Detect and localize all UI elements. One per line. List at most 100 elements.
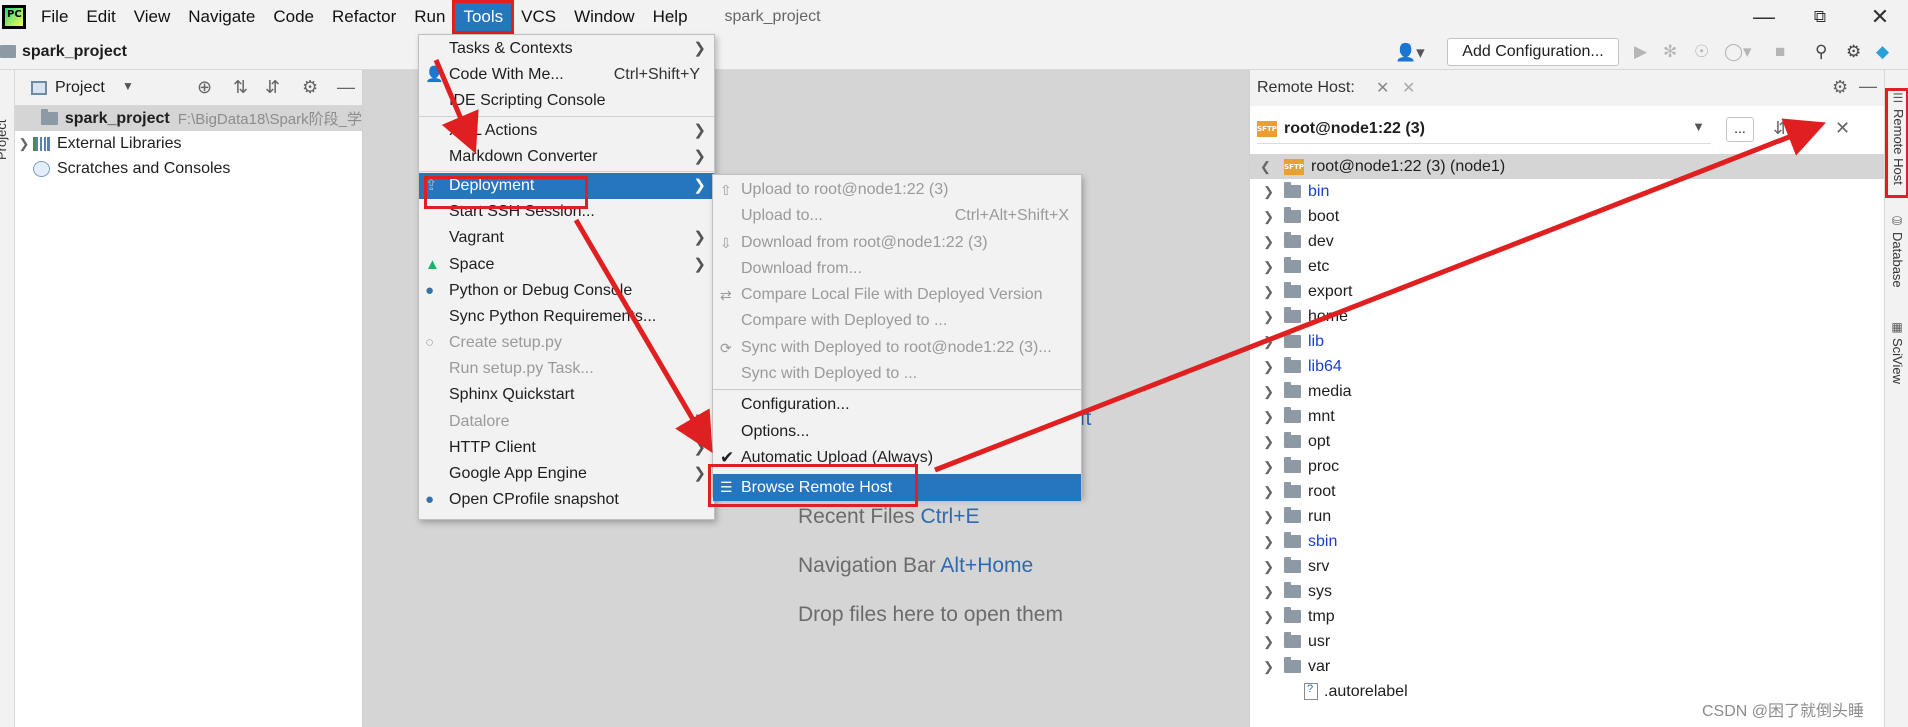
chevron-right-icon[interactable]: ❯: [1250, 459, 1284, 475]
profile-icon[interactable]: ◯▾: [1724, 42, 1752, 62]
chevron-right-icon[interactable]: ❯: [1250, 609, 1284, 625]
menu-vcs[interactable]: VCS: [512, 2, 565, 32]
tree-row-folder[interactable]: ❯ bin: [1250, 179, 1885, 204]
tree-row-folder[interactable]: ❯ etc: [1250, 254, 1885, 279]
chevron-right-icon[interactable]: ❯: [1250, 284, 1284, 300]
user-dropdown-icon[interactable]: 👤▾: [1395, 43, 1425, 63]
chevron-right-icon[interactable]: ❯: [1250, 409, 1284, 425]
tree-row-remote-root[interactable]: ❮ SFTP root@node1:22 (3) (node1): [1250, 154, 1885, 179]
tree-row-folder[interactable]: ❯ tmp: [1250, 604, 1885, 629]
restore-icon[interactable]: ⧉: [1792, 0, 1848, 34]
tree-row-folder[interactable]: ❯ root: [1250, 479, 1885, 504]
close-icon[interactable]: ✕: [1835, 118, 1850, 139]
menu-edit[interactable]: Edit: [77, 2, 124, 32]
tree-row-folder[interactable]: ❯ home: [1250, 304, 1885, 329]
tree-row-folder[interactable]: ❯ opt: [1250, 429, 1885, 454]
menu-help[interactable]: Help: [644, 2, 697, 32]
project-view-selector[interactable]: Project: [55, 79, 105, 97]
tree-row-folder[interactable]: ❯ var: [1250, 654, 1885, 679]
sciview-tool-tab[interactable]: ▦SciView: [1890, 320, 1905, 384]
menu-refactor[interactable]: Refactor: [323, 2, 405, 32]
chevron-right-icon[interactable]: ❯: [1250, 209, 1284, 225]
chevron-right-icon[interactable]: ❯: [1250, 309, 1284, 325]
close-tab-icon[interactable]: ✕: [1376, 78, 1389, 98]
chevron-right-icon[interactable]: ❯: [1250, 384, 1284, 400]
remote-host-tool-tab[interactable]: ☰Remote Host: [1885, 88, 1908, 198]
browse-remote-host-item[interactable]: ☰ Browse Remote Host: [713, 474, 1081, 502]
menu-item-markdown-converter[interactable]: Markdown Converter ❯: [419, 144, 714, 170]
menu-item-sync-python-requirements[interactable]: Sync Python Requirements...: [419, 304, 714, 330]
tree-row-project-root[interactable]: spark_project F:\BigData18\Spark阶段_学: [15, 106, 362, 131]
chevron-right-icon[interactable]: ❯: [1250, 509, 1284, 525]
chevron-right-icon[interactable]: ❯: [15, 136, 33, 152]
tree-row-external-libraries[interactable]: ❯ External Libraries: [15, 131, 362, 156]
chevron-right-icon[interactable]: ❯: [1250, 359, 1284, 375]
submenu-item-automatic-upload-always[interactable]: ✔ Automatic Upload (Always): [713, 445, 1081, 471]
hide-panel-icon[interactable]: —: [337, 77, 355, 98]
minimize-icon[interactable]: —: [1736, 0, 1792, 34]
menu-window[interactable]: Window: [565, 2, 643, 32]
tree-row-folder[interactable]: ❯ lib: [1250, 329, 1885, 354]
menu-item-http-client[interactable]: HTTP Client ❯: [419, 435, 714, 461]
menu-item-xml-actions[interactable]: XML Actions ❯: [419, 118, 714, 144]
refresh-icon[interactable]: ⟳: [1804, 118, 1819, 139]
chevron-right-icon[interactable]: ❯: [1250, 234, 1284, 250]
tree-row-folder[interactable]: ❯ media: [1250, 379, 1885, 404]
tree-row-folder[interactable]: ❯ proc: [1250, 454, 1885, 479]
chevron-right-icon[interactable]: ❯: [1250, 259, 1284, 275]
close-tab-icon[interactable]: ✕: [1402, 78, 1415, 98]
chevron-right-icon[interactable]: ❯: [1250, 559, 1284, 575]
expand-all-icon[interactable]: ⇅: [233, 77, 248, 98]
menu-item-start-ssh-session[interactable]: Start SSH Session...: [419, 199, 714, 225]
chevron-right-icon[interactable]: ❯: [1250, 584, 1284, 600]
stop-icon[interactable]: ■: [1775, 42, 1785, 62]
menu-view[interactable]: View: [125, 2, 180, 32]
breadcrumb-project[interactable]: spark_project: [22, 43, 127, 61]
menu-item-python-or-debug-console[interactable]: ● Python or Debug Console: [419, 278, 714, 304]
menu-tools[interactable]: Tools: [452, 0, 515, 34]
tree-row-folder[interactable]: ❯ lib64: [1250, 354, 1885, 379]
chevron-right-icon[interactable]: ❯: [1250, 534, 1284, 550]
tree-row-folder[interactable]: ❯ export: [1250, 279, 1885, 304]
project-tool-tab[interactable]: Project: [0, 120, 9, 160]
menu-item-tasks-contexts[interactable]: Tasks & Contexts ❯: [419, 36, 714, 62]
chevron-down-icon[interactable]: ❮: [1260, 159, 1284, 175]
menu-item-ide-scripting-console[interactable]: IDE Scripting Console: [419, 88, 714, 114]
settings-gear-icon[interactable]: ⚙: [1846, 42, 1861, 62]
chevron-down-icon[interactable]: ▼: [1692, 119, 1705, 134]
add-configuration-button[interactable]: Add Configuration...: [1447, 38, 1619, 66]
toolbox-icon[interactable]: ◆: [1876, 42, 1889, 62]
menu-code[interactable]: Code: [264, 2, 323, 32]
tree-row-folder[interactable]: ❯ sys: [1250, 579, 1885, 604]
server-select[interactable]: SFTP root@node1:22 (3) ▼: [1257, 114, 1711, 144]
menu-item-sphinx-quickstart[interactable]: Sphinx Quickstart: [419, 382, 714, 408]
tree-row-folder[interactable]: ❯ run: [1250, 504, 1885, 529]
chevron-right-icon[interactable]: ❯: [1250, 659, 1284, 675]
tree-row-folder[interactable]: ❯ srv: [1250, 554, 1885, 579]
gear-icon[interactable]: ⚙: [1832, 77, 1848, 98]
chevron-right-icon[interactable]: ❯: [1250, 434, 1284, 450]
collapse-all-icon[interactable]: ⇵: [1773, 118, 1788, 139]
menu-item-vagrant[interactable]: Vagrant ❯: [419, 225, 714, 251]
locate-icon[interactable]: ⊕: [197, 77, 212, 98]
chevron-right-icon[interactable]: ❯: [1250, 184, 1284, 200]
tree-row-folder[interactable]: ❯ boot: [1250, 204, 1885, 229]
tree-row-folder[interactable]: ❯ mnt: [1250, 404, 1885, 429]
tree-row-scratches[interactable]: Scratches and Consoles: [15, 156, 362, 181]
submenu-item-configuration[interactable]: Configuration...: [713, 392, 1081, 418]
debug-icon[interactable]: ✻: [1663, 42, 1677, 62]
close-window-icon[interactable]: ✕: [1852, 0, 1908, 34]
chevron-right-icon[interactable]: ❯: [1250, 634, 1284, 650]
tree-row-folder[interactable]: ❯ sbin: [1250, 529, 1885, 554]
menu-item-google-app-engine[interactable]: Google App Engine ❯: [419, 461, 714, 487]
hide-panel-icon[interactable]: —: [1859, 76, 1877, 97]
chevron-right-icon[interactable]: ❯: [1250, 334, 1284, 350]
menu-item-space[interactable]: ▲ Space ❯: [419, 252, 714, 278]
tree-row-folder[interactable]: ❯ usr: [1250, 629, 1885, 654]
chevron-right-icon[interactable]: ❯: [1250, 484, 1284, 500]
browse-servers-button[interactable]: ...: [1726, 117, 1754, 142]
collapse-all-icon[interactable]: ⇵: [265, 77, 280, 98]
menu-run[interactable]: Run: [405, 2, 454, 32]
search-icon[interactable]: ⚲: [1815, 42, 1827, 62]
run-icon[interactable]: ▶: [1634, 42, 1647, 62]
